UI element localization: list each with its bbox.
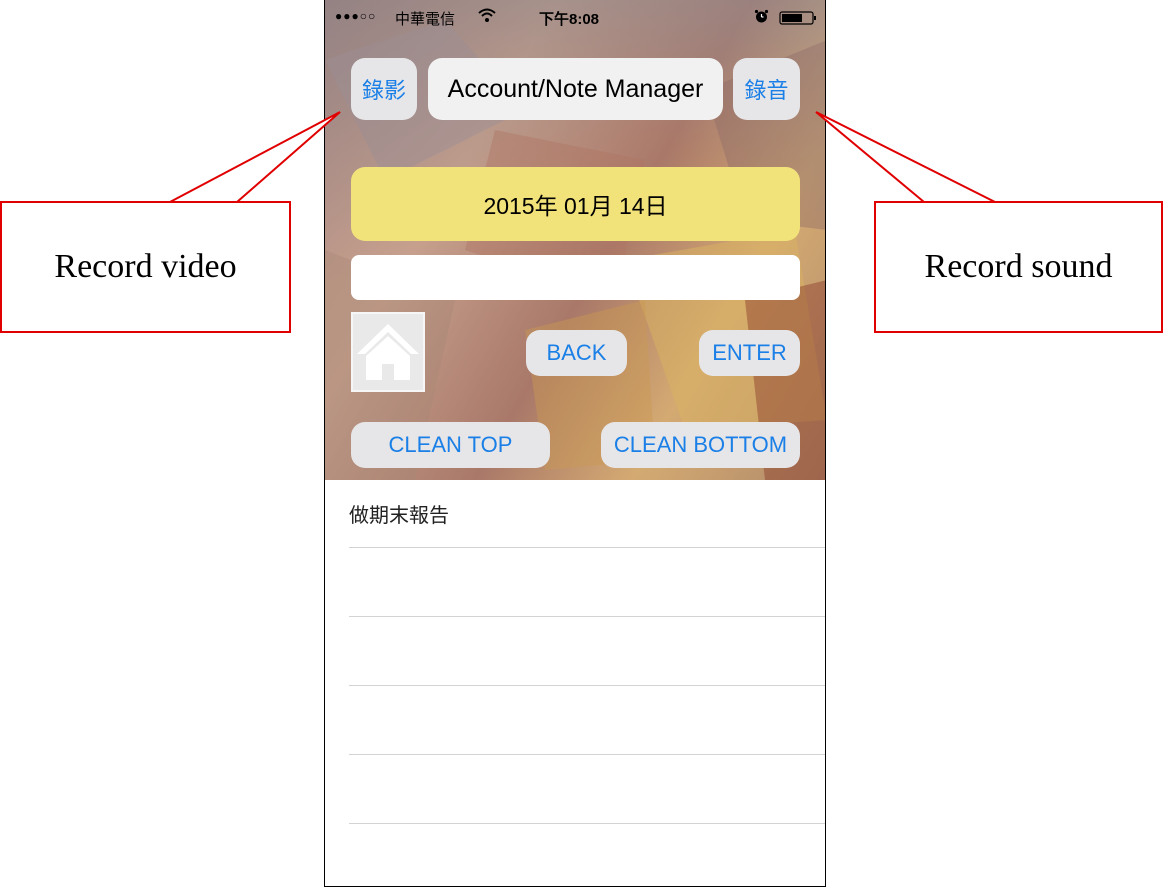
- list-item[interactable]: [349, 549, 825, 617]
- home-button[interactable]: [351, 312, 425, 392]
- status-bar: ●●●○○ 中華電信 下午8:08: [325, 0, 825, 36]
- enter-button[interactable]: ENTER: [699, 330, 800, 376]
- record-sound-pointer: [815, 111, 996, 203]
- list-item[interactable]: 做期末報告: [349, 480, 825, 548]
- list-item[interactable]: [349, 687, 825, 755]
- list-item[interactable]: [349, 618, 825, 686]
- wifi-icon: [478, 8, 496, 22]
- clean-top-button[interactable]: CLEAN TOP: [351, 422, 550, 468]
- signal-strength: ●●●○○: [335, 9, 377, 23]
- phone-screen: ●●●○○ 中華電信 下午8:08 錄影 Account/Note Manage…: [324, 0, 826, 887]
- record-video-callout: Record video: [0, 201, 291, 333]
- note-input[interactable]: [351, 255, 800, 300]
- clock-time: 下午8:08: [539, 11, 600, 28]
- battery-icon: [779, 11, 816, 25]
- record-sound-callout: Record sound: [874, 201, 1163, 333]
- record-sound-button[interactable]: 錄音: [733, 58, 800, 120]
- home-icon: [357, 324, 419, 380]
- list-item[interactable]: [349, 756, 825, 824]
- date-display[interactable]: 2015年 01月 14日: [351, 167, 800, 241]
- clean-bottom-button[interactable]: CLEAN BOTTOM: [601, 422, 800, 468]
- app-title: Account/Note Manager: [428, 58, 723, 120]
- record-video-pointer: [169, 111, 341, 203]
- carrier-name: 中華電信: [395, 11, 456, 28]
- back-button[interactable]: BACK: [526, 330, 627, 376]
- record-video-button[interactable]: 錄影: [351, 58, 417, 120]
- alarm-clock-icon: [754, 9, 769, 23]
